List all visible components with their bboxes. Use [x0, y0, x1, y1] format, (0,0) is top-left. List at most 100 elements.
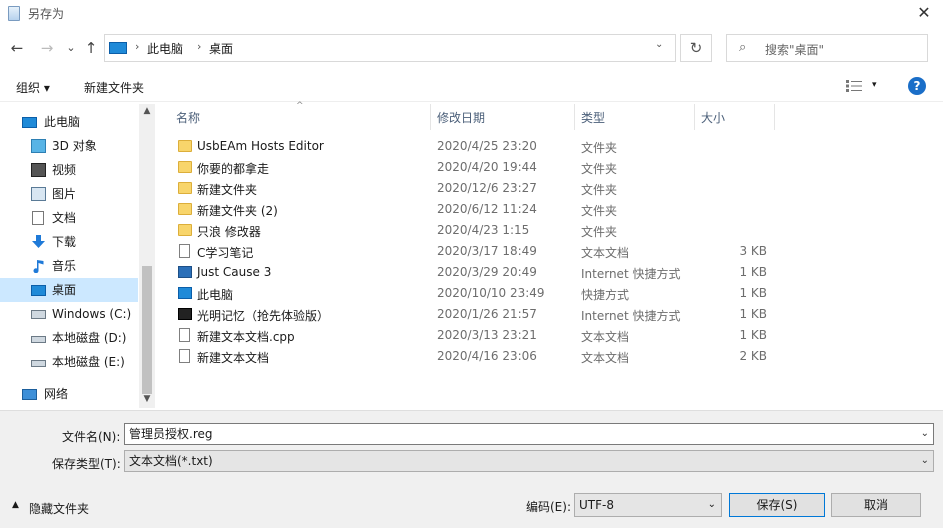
- encoding-select[interactable]: UTF-8 ⌄: [574, 493, 722, 517]
- filetype-value: 文本文档(*.txt): [129, 454, 213, 468]
- file-row[interactable]: 只浪 修改器 2020/4/23 1:15 文件夹: [158, 220, 943, 241]
- save-options-panel: 文件名(N): 管理员授权.reg ⌄ 保存类型(T): 文本文档(*.txt)…: [0, 410, 943, 528]
- file-row[interactable]: 新建文件夹 (2) 2020/6/12 11:24 文件夹: [158, 199, 943, 220]
- nav-item-downloads[interactable]: 下载: [0, 230, 138, 254]
- nav-item-network[interactable]: 网络: [0, 382, 138, 406]
- nav-item-drive-e[interactable]: 本地磁盘 (E:): [0, 350, 138, 374]
- file-name: 新建文件夹: [197, 183, 258, 197]
- file-date: 2020/3/17 18:49: [437, 244, 537, 258]
- column-divider[interactable]: [774, 104, 775, 130]
- recent-locations-button[interactable]: ⌄: [60, 36, 82, 60]
- file-row[interactable]: 此电脑 2020/10/10 23:49 快捷方式 1 KB: [158, 283, 943, 304]
- chevron-down-icon[interactable]: ⌄: [921, 451, 929, 471]
- pc-icon: [109, 42, 127, 54]
- file-name: Just Cause 3: [197, 265, 272, 279]
- breadcrumb-desktop[interactable]: 桌面: [209, 40, 233, 57]
- nav-item-desktop[interactable]: 桌面: [0, 278, 138, 302]
- 3d-objects-icon: [31, 139, 46, 153]
- forward-button[interactable]: →: [36, 36, 58, 60]
- file-date: 2020/1/26 21:57: [437, 307, 537, 321]
- breadcrumb-separator[interactable]: ›: [197, 40, 201, 53]
- search-input[interactable]: ⌕ 搜索"桌面": [726, 34, 928, 62]
- close-button[interactable]: ✕: [905, 0, 943, 26]
- scroll-down-icon[interactable]: ▼: [139, 394, 155, 404]
- nav-item-videos[interactable]: 视频: [0, 158, 138, 182]
- column-header-type[interactable]: 类型: [581, 109, 605, 126]
- file-row[interactable]: C学习笔记 2020/3/17 18:49 文本文档 3 KB: [158, 241, 943, 262]
- file-type: 文件夹: [581, 225, 618, 239]
- breadcrumb-separator[interactable]: ›: [135, 40, 139, 53]
- filename-value: 管理员授权.reg: [129, 427, 213, 441]
- column-divider[interactable]: [430, 104, 431, 130]
- nav-item-label: 网络: [44, 387, 69, 401]
- file-date: 2020/6/12 11:24: [437, 202, 537, 216]
- organize-button[interactable]: 组织 ▾: [16, 79, 50, 96]
- nav-item-drive-c[interactable]: Windows (C:): [0, 302, 138, 326]
- file-size: 1 KB: [739, 328, 767, 342]
- view-dropdown-icon[interactable]: ▾: [872, 80, 877, 90]
- column-header-name[interactable]: 名称: [176, 109, 200, 126]
- filetype-select[interactable]: 文本文档(*.txt) ⌄: [124, 450, 934, 472]
- nav-item-music[interactable]: 音乐: [0, 254, 138, 278]
- nav-item-label: 本地磁盘 (E:): [52, 355, 125, 369]
- nav-scrollbar[interactable]: ▲ ▼: [139, 104, 155, 408]
- column-header-size[interactable]: 大小: [701, 109, 725, 126]
- filename-input[interactable]: 管理员授权.reg ⌄: [124, 423, 934, 445]
- column-divider[interactable]: [574, 104, 575, 130]
- text-file-icon: [179, 349, 190, 363]
- chevron-down-icon[interactable]: ⌄: [921, 424, 929, 444]
- chevron-down-icon[interactable]: ⌄: [708, 494, 716, 516]
- refresh-button[interactable]: ↻: [680, 34, 712, 62]
- help-icon[interactable]: ?: [908, 77, 926, 95]
- nav-item-this-pc[interactable]: 此电脑: [0, 110, 138, 134]
- file-date: 2020/4/16 23:06: [437, 349, 537, 363]
- shortcut-icon: [178, 308, 192, 320]
- folder-icon: [178, 161, 192, 173]
- nav-item-documents[interactable]: 文档: [0, 206, 138, 230]
- desktop-icon: [31, 285, 46, 296]
- nav-item-pictures[interactable]: 图片: [0, 182, 138, 206]
- file-row[interactable]: 新建文本文档 2020/4/16 23:06 文本文档 2 KB: [158, 346, 943, 367]
- file-row[interactable]: 光明记忆（抢先体验版） 2020/1/26 21:57 Internet 快捷方…: [158, 304, 943, 325]
- text-file-icon: [179, 328, 190, 342]
- file-date: 2020/3/29 20:49: [437, 265, 537, 279]
- search-icon: ⌕: [739, 40, 747, 55]
- file-row[interactable]: Just Cause 3 2020/3/29 20:49 Internet 快捷…: [158, 262, 943, 283]
- nav-item-drive-d[interactable]: 本地磁盘 (D:): [0, 326, 138, 350]
- nav-item-label: Windows (C:): [52, 307, 132, 321]
- file-list: ^ 名称 修改日期 类型 大小 UsbEAm Hosts Editor 2020…: [158, 101, 943, 408]
- up-button[interactable]: ↑: [80, 36, 102, 60]
- save-button[interactable]: 保存(S): [729, 493, 825, 517]
- new-folder-button[interactable]: 新建文件夹: [84, 79, 144, 96]
- cancel-button[interactable]: 取消: [831, 493, 921, 517]
- file-type: 文件夹: [581, 183, 618, 197]
- file-row[interactable]: 新建文件夹 2020/12/6 23:27 文件夹: [158, 178, 943, 199]
- back-button[interactable]: ←: [6, 36, 28, 60]
- file-type: 文件夹: [581, 141, 618, 155]
- search-placeholder: 搜索"桌面": [765, 43, 825, 57]
- file-row[interactable]: 新建文本文档.cpp 2020/3/13 23:21 文本文档 1 KB: [158, 325, 943, 346]
- text-file-icon: [179, 244, 190, 258]
- nav-item-3d-objects[interactable]: 3D 对象: [0, 134, 138, 158]
- file-type: 快捷方式: [581, 288, 630, 302]
- column-header-date[interactable]: 修改日期: [437, 109, 485, 126]
- file-type: 文件夹: [581, 162, 618, 176]
- scroll-up-icon[interactable]: ▲: [139, 106, 155, 116]
- file-type: 文本文档: [581, 330, 630, 344]
- address-bar[interactable]: › 此电脑 › 桌面 ⌄: [104, 34, 676, 62]
- column-divider[interactable]: [694, 104, 695, 130]
- file-type: 文本文档: [581, 246, 630, 260]
- shortcut-icon: [178, 266, 192, 278]
- scrollbar-thumb[interactable]: [142, 266, 152, 394]
- breadcrumb-this-pc[interactable]: 此电脑: [147, 40, 183, 57]
- nav-item-label: 此电脑: [44, 115, 81, 129]
- file-row[interactable]: 你要的都拿走 2020/4/20 19:44 文件夹: [158, 157, 943, 178]
- file-row[interactable]: UsbEAm Hosts Editor 2020/4/25 23:20 文件夹: [158, 136, 943, 157]
- address-dropdown-icon[interactable]: ⌄: [655, 39, 663, 50]
- file-name: C学习笔记: [197, 246, 254, 260]
- window-title: 另存为: [28, 7, 65, 21]
- view-options-icon[interactable]: [846, 80, 862, 92]
- navigation-pane: 此电脑 3D 对象 视频 图片 文档 下载 音乐 桌面 Windows (C:)…: [0, 104, 155, 408]
- nav-item-label: 下载: [52, 235, 77, 249]
- pictures-icon: [31, 187, 46, 201]
